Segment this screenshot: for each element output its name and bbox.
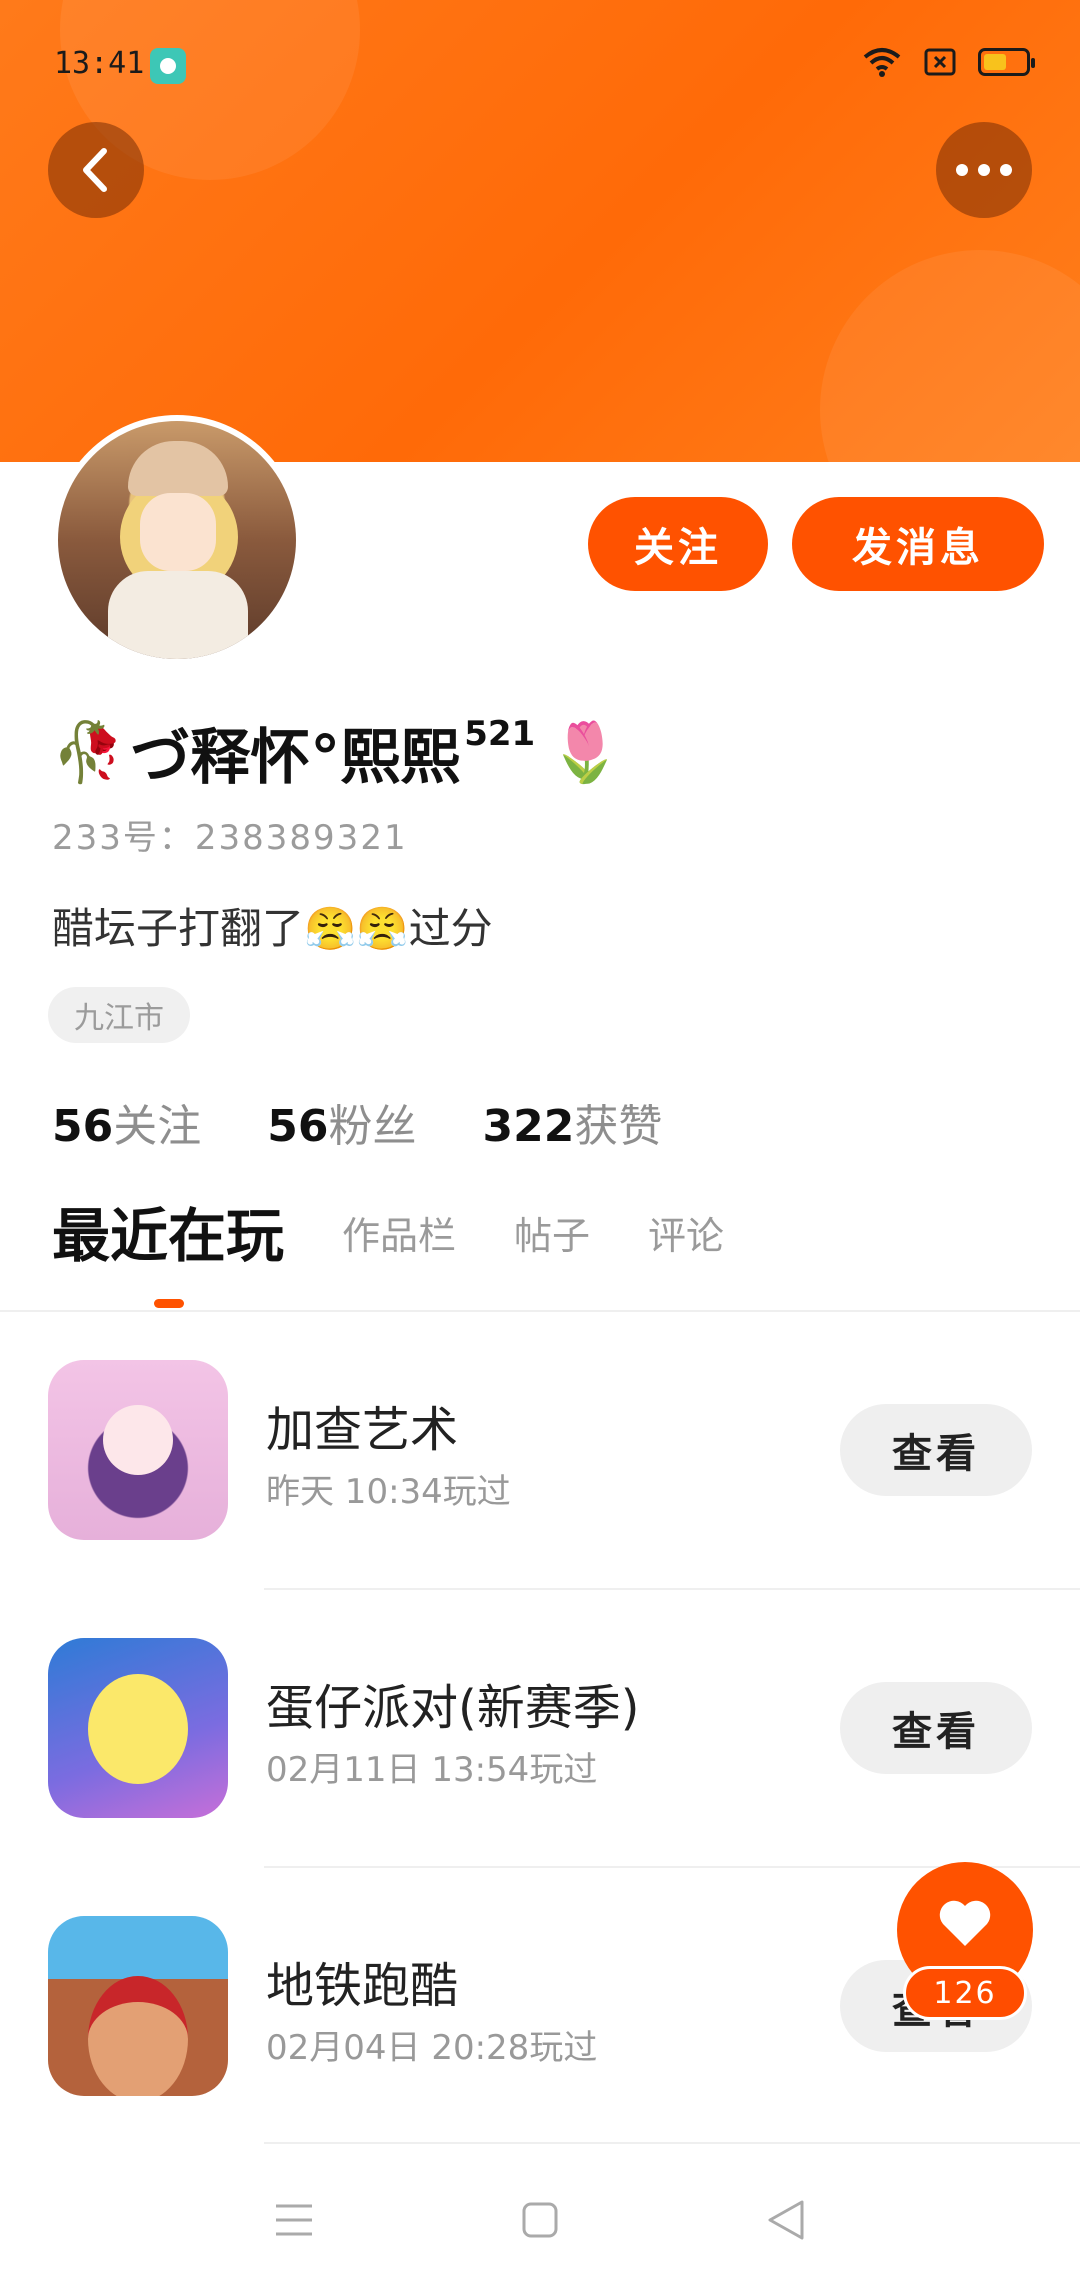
view-button[interactable]: 查看	[840, 1682, 1032, 1774]
stat-followers[interactable]: 56粉丝	[267, 1090, 416, 1154]
stat-likes[interactable]: 322获赞	[482, 1090, 662, 1154]
nickname: 🥀 づ释怀°熙熙 521 🌷	[52, 712, 622, 793]
divider	[264, 2142, 1080, 2144]
more-dots-icon	[956, 164, 1012, 176]
game-title: 加查艺术	[266, 1402, 459, 1458]
profile-stats: 56关注 56粉丝 322获赞	[52, 1090, 662, 1154]
game-last-played: 02月11日 13:54玩过	[266, 1750, 598, 1790]
view-button[interactable]: 查看	[840, 1404, 1032, 1496]
more-button[interactable]	[936, 122, 1032, 218]
divider	[0, 1310, 1080, 1312]
status-time: 13:41	[54, 46, 145, 81]
sim-card-icon	[924, 48, 956, 76]
status-icons	[862, 46, 1035, 78]
tab-works[interactable]: 作品栏	[342, 1200, 456, 1272]
game-last-played: 昨天 10:34玩过	[266, 1472, 511, 1512]
menu-icon[interactable]	[274, 2203, 314, 2237]
profile-tabs: 最近在玩 作品栏 帖子 评论	[52, 1200, 724, 1272]
heart-icon	[939, 1900, 991, 1946]
home-icon[interactable]	[521, 2201, 559, 2239]
banner-decoration	[820, 250, 1080, 462]
notification-app-icon	[150, 48, 186, 84]
active-tab-indicator	[154, 1299, 184, 1308]
game-icon	[48, 1638, 228, 1818]
like-count-badge: 126	[903, 1966, 1027, 2020]
back-triangle-icon[interactable]	[766, 2199, 806, 2241]
game-icon	[48, 1916, 228, 2096]
follow-button[interactable]: 关注	[588, 497, 768, 591]
tab-comments[interactable]: 评论	[648, 1200, 724, 1272]
game-icon	[48, 1360, 228, 1540]
user-id: 233号：238389321	[52, 818, 408, 858]
battery-icon	[978, 48, 1035, 76]
divider	[264, 1588, 1080, 1590]
list-item[interactable]: 蛋仔派对(新赛季) 02月11日 13:54玩过 查看	[0, 1638, 1080, 1818]
chevron-left-icon	[83, 148, 107, 192]
nickname-text: づ释怀°熙熙	[130, 722, 461, 793]
bio: 醋坛子打翻了😤😤过分	[52, 904, 493, 953]
game-title: 地铁跑酷	[266, 1958, 459, 2014]
location-badge: 九江市	[48, 987, 190, 1043]
tab-recently-played[interactable]: 最近在玩	[52, 1200, 284, 1272]
avatar[interactable]	[52, 415, 302, 665]
wilted-rose-emoji: 🥀	[52, 717, 125, 786]
back-button[interactable]	[48, 122, 144, 218]
tab-posts[interactable]: 帖子	[514, 1200, 590, 1272]
game-last-played: 02月04日 20:28玩过	[266, 2028, 598, 2068]
message-button[interactable]: 发消息	[792, 497, 1044, 591]
stat-following[interactable]: 56关注	[52, 1090, 201, 1154]
game-title: 蛋仔派对(新赛季)	[266, 1680, 640, 1736]
list-item[interactable]: 加查艺术 昨天 10:34玩过 查看	[0, 1360, 1080, 1540]
avatar-image	[58, 421, 296, 659]
system-nav-bar	[0, 2160, 1080, 2280]
nickname-number: 521	[464, 714, 536, 754]
wifi-icon	[863, 48, 901, 77]
tulip-emoji: 🌷	[549, 717, 622, 786]
